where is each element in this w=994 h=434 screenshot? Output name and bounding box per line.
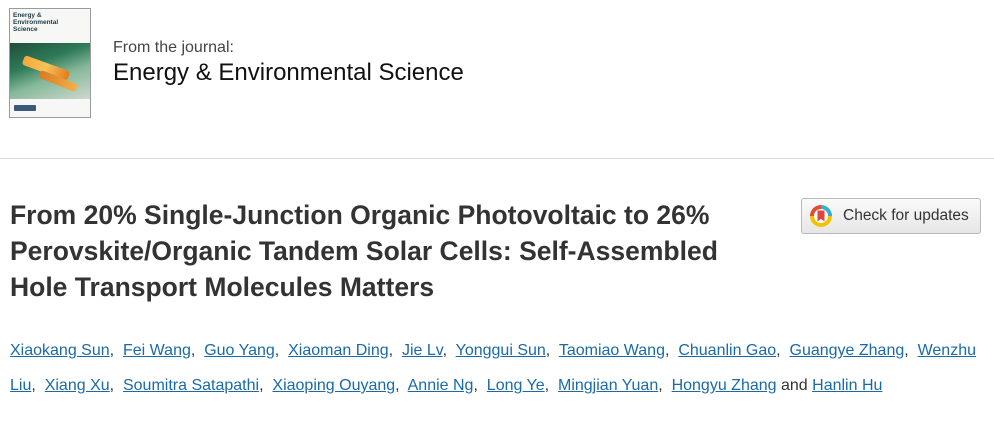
author-link[interactable]: Mingjian Yuan bbox=[558, 377, 658, 394]
author-separator: , bbox=[658, 377, 672, 394]
author-link[interactable]: Guo Yang bbox=[204, 342, 275, 359]
author-separator: , bbox=[190, 342, 205, 359]
author-link[interactable]: Chuanlin Gao bbox=[678, 342, 776, 359]
cover-publisher-logo bbox=[14, 105, 36, 111]
author-link[interactable]: Yonggui Sun bbox=[456, 342, 546, 359]
author-separator: , bbox=[31, 377, 45, 394]
author-link[interactable]: Xiaokang Sun bbox=[10, 342, 110, 359]
authors-conjunction: and bbox=[776, 377, 813, 394]
author-link[interactable]: Xiang Xu bbox=[45, 377, 110, 394]
crossmark-icon bbox=[810, 205, 832, 227]
author-separator: , bbox=[109, 377, 123, 394]
author-separator: , bbox=[109, 342, 123, 359]
author-link[interactable]: Hanlin Hu bbox=[812, 377, 882, 394]
cover-artwork bbox=[10, 43, 90, 99]
author-link[interactable]: Soumitra Satapathi bbox=[123, 377, 259, 394]
author-link[interactable]: Jie Lv bbox=[402, 342, 443, 359]
author-separator: , bbox=[274, 342, 289, 359]
journal-from-label: From the journal: bbox=[113, 39, 234, 56]
section-divider bbox=[0, 158, 994, 159]
check-for-updates-label: Check for updates bbox=[843, 207, 969, 224]
author-link[interactable]: Annie Ng bbox=[408, 377, 474, 394]
author-separator: , bbox=[664, 342, 679, 359]
check-for-updates-button[interactable]: Check for updates bbox=[801, 198, 981, 234]
journal-cover-image[interactable]: Energy & Environmental Science bbox=[9, 8, 91, 118]
author-separator: , bbox=[388, 342, 402, 359]
cover-title: Energy & Environmental Science bbox=[13, 12, 59, 33]
author-separator: , bbox=[776, 342, 790, 359]
author-separator: , bbox=[473, 377, 487, 394]
author-separator: , bbox=[259, 377, 273, 394]
author-link[interactable]: Taomiao Wang bbox=[559, 342, 665, 359]
author-separator: , bbox=[545, 342, 559, 359]
author-link[interactable]: Xiaoman Ding bbox=[288, 342, 389, 359]
author-link[interactable]: Fei Wang bbox=[123, 342, 191, 359]
author-list: Xiaokang Sun, Fei Wang, Guo Yang, Xiaoma… bbox=[10, 333, 990, 403]
journal-name: Energy & Environmental Science bbox=[113, 59, 464, 86]
author-separator: , bbox=[544, 377, 558, 394]
author-link[interactable]: Guangye Zhang bbox=[790, 342, 905, 359]
article-title: From 20% Single-Junction Organic Photovo… bbox=[10, 200, 718, 302]
author-separator: , bbox=[442, 342, 456, 359]
author-separator: , bbox=[395, 377, 408, 394]
author-link[interactable]: Long Ye bbox=[487, 377, 545, 394]
author-separator: , bbox=[904, 342, 918, 359]
author-link[interactable]: Hongyu Zhang bbox=[672, 377, 777, 394]
author-link[interactable]: Xiaoping Ouyang bbox=[272, 377, 395, 394]
